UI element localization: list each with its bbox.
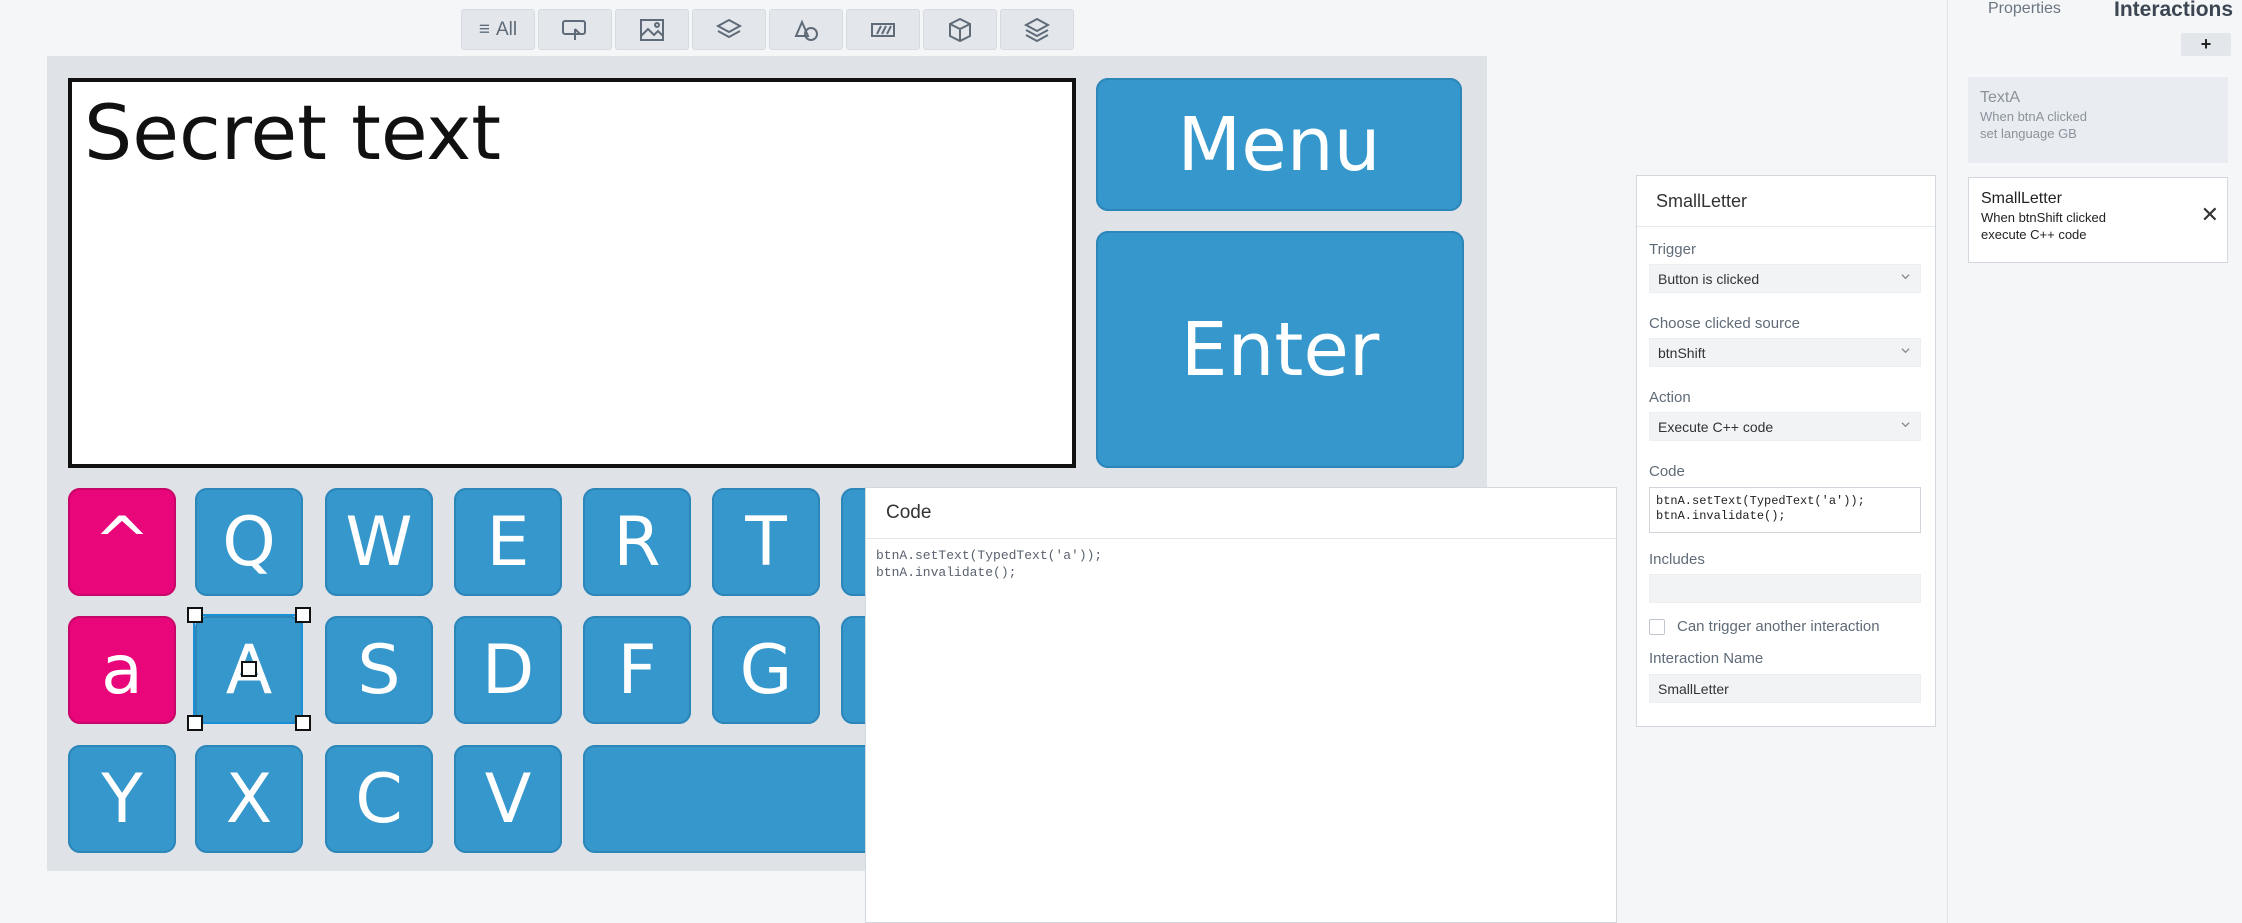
trigger-value: Button is clicked: [1658, 270, 1760, 287]
tab-properties[interactable]: Properties: [1988, 0, 2061, 18]
chevron-down-icon: [1901, 348, 1910, 354]
trigger-label: Trigger: [1649, 241, 1696, 258]
tab-interactions[interactable]: Interactions: [2114, 0, 2233, 22]
filter-shapes-button[interactable]: [769, 9, 843, 50]
shapes-icon: [794, 18, 818, 41]
key-t[interactable]: T: [712, 488, 820, 596]
key-e[interactable]: E: [454, 488, 562, 596]
code-window[interactable]: Code btnA.setText(TypedText('a')); btnA.…: [865, 487, 1617, 923]
interaction-card-action: set language GB: [1980, 126, 2077, 141]
key-w[interactable]: W: [325, 488, 433, 596]
secret-text: Secret text: [84, 88, 502, 177]
code-window-text[interactable]: btnA.setText(TypedText('a')); btnA.inval…: [866, 539, 1616, 589]
key-x[interactable]: X: [195, 745, 303, 853]
interaction-name-field[interactable]: SmallLetter: [1649, 674, 1921, 703]
interaction-card-name: SmallLetter: [1981, 190, 2062, 207]
small-letter-key[interactable]: a: [68, 616, 176, 724]
interaction-card-trigger: When btnA clicked: [1980, 109, 2087, 124]
space-key[interactable]: [583, 745, 871, 853]
slider-icon: [871, 22, 895, 37]
includes-label: Includes: [1649, 551, 1705, 568]
key-d[interactable]: D: [454, 616, 562, 724]
source-value: btnShift: [1658, 344, 1706, 361]
includes-field[interactable]: [1649, 574, 1921, 603]
interaction-name-label: Interaction Name: [1649, 650, 1764, 667]
interaction-card-trigger: When btnShift clicked: [1981, 210, 2107, 225]
resize-handle-bl[interactable]: [187, 715, 203, 731]
action-select[interactable]: Execute C++ code: [1649, 412, 1921, 441]
filter-containers-button[interactable]: [1000, 9, 1074, 50]
enter-button[interactable]: Enter: [1096, 231, 1464, 468]
filter-all-button[interactable]: ≡ All: [461, 9, 535, 50]
key-s[interactable]: S: [325, 616, 433, 724]
trigger-another-label: Can trigger another interaction: [1677, 618, 1880, 635]
source-select[interactable]: btnShift: [1649, 338, 1921, 367]
filter-image-button[interactable]: [615, 9, 689, 50]
hamburger-icon: ≡: [478, 18, 490, 40]
chevron-down-icon: [1901, 274, 1910, 280]
resize-handle-br[interactable]: [295, 715, 311, 731]
image-icon: [640, 18, 664, 41]
cube-icon: [949, 17, 971, 42]
key-v[interactable]: V: [454, 745, 562, 853]
layers-icon: [715, 18, 743, 38]
chevron-down-icon: [1901, 422, 1910, 428]
code-field[interactable]: btnA.setText(TypedText('a')); btnA.inval…: [1649, 487, 1921, 533]
filter-slider-button[interactable]: [846, 9, 920, 50]
action-value: Execute C++ code: [1658, 418, 1774, 435]
plus-icon: +: [2200, 34, 2212, 54]
filter-layers-button[interactable]: [692, 9, 766, 50]
resize-handle-tr[interactable]: [295, 607, 311, 623]
key-r[interactable]: R: [583, 488, 691, 596]
interaction-editor: SmallLetter Trigger Button is clicked Ch…: [1636, 175, 1936, 727]
add-interaction-button[interactable]: +: [2181, 33, 2231, 56]
editor-title: SmallLetter: [1637, 176, 1935, 227]
action-label: Action: [1649, 389, 1691, 406]
interaction-card-name: TextA: [1980, 89, 2021, 106]
filter-interaction-button[interactable]: [538, 9, 612, 50]
code-label: Code: [1649, 463, 1685, 480]
layer-stack-icon: [1023, 17, 1051, 42]
menu-button[interactable]: Menu: [1096, 78, 1462, 211]
key-c[interactable]: C: [325, 745, 433, 853]
close-icon[interactable]: ✕: [2201, 204, 2219, 226]
trigger-another-checkbox[interactable]: [1649, 619, 1665, 635]
trigger-select[interactable]: Button is clicked: [1649, 264, 1921, 293]
interaction-card-action: execute C++ code: [1981, 227, 2087, 242]
move-handle[interactable]: [241, 661, 257, 677]
key-f[interactable]: F: [583, 616, 691, 724]
shift-key[interactable]: ^: [68, 488, 176, 596]
interaction-hand-icon: [562, 19, 586, 40]
interaction-card-texta[interactable]: TextA When btnA clicked set language GB: [1968, 77, 2228, 163]
interaction-card-smallletter[interactable]: SmallLetter When btnShift clicked execut…: [1968, 177, 2228, 263]
key-g[interactable]: G: [712, 616, 820, 724]
filter-3d-button[interactable]: [923, 9, 997, 50]
widget-toolbar: ≡ All: [461, 9, 1074, 50]
filter-all-label: All: [495, 18, 518, 40]
key-y[interactable]: Y: [68, 745, 176, 853]
resize-handle-tl[interactable]: [187, 607, 203, 623]
source-label: Choose clicked source: [1649, 315, 1800, 332]
key-q[interactable]: Q: [195, 488, 303, 596]
text-area-widget[interactable]: Secret text: [68, 78, 1076, 468]
code-window-title: Code: [866, 488, 1616, 539]
